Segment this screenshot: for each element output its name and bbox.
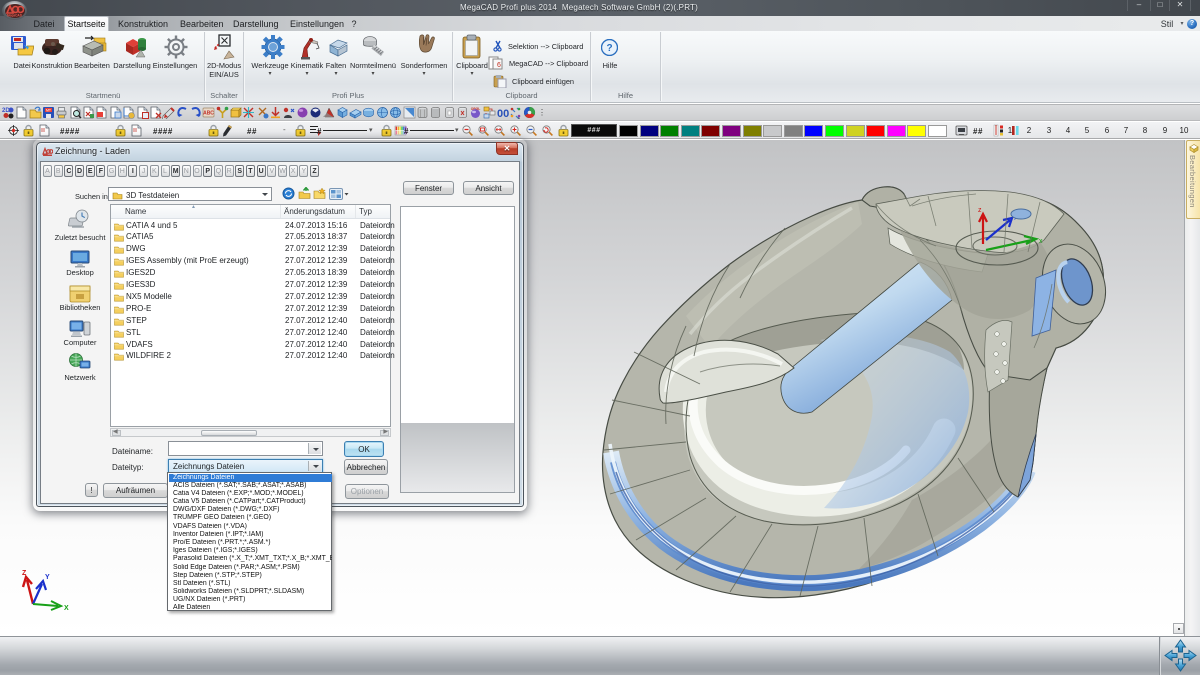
svg-text:X: X xyxy=(64,605,69,612)
svg-text:MegaCAD: MegaCAD xyxy=(7,13,23,17)
svg-text:00: 00 xyxy=(497,108,509,119)
svg-text:z: z xyxy=(978,207,982,214)
svg-text:Z: Z xyxy=(22,570,27,577)
svg-text:Y: Y xyxy=(45,574,50,581)
svg-text:x: x xyxy=(1039,238,1043,245)
svg-text:ABC: ABC xyxy=(203,111,214,117)
svg-text:MT: MT xyxy=(46,108,52,112)
svg-text:6: 6 xyxy=(497,62,501,69)
svg-text:?: ? xyxy=(606,43,612,54)
svg-text:OPGL: OPGL xyxy=(471,107,481,111)
svg-text:s: s xyxy=(518,115,520,119)
